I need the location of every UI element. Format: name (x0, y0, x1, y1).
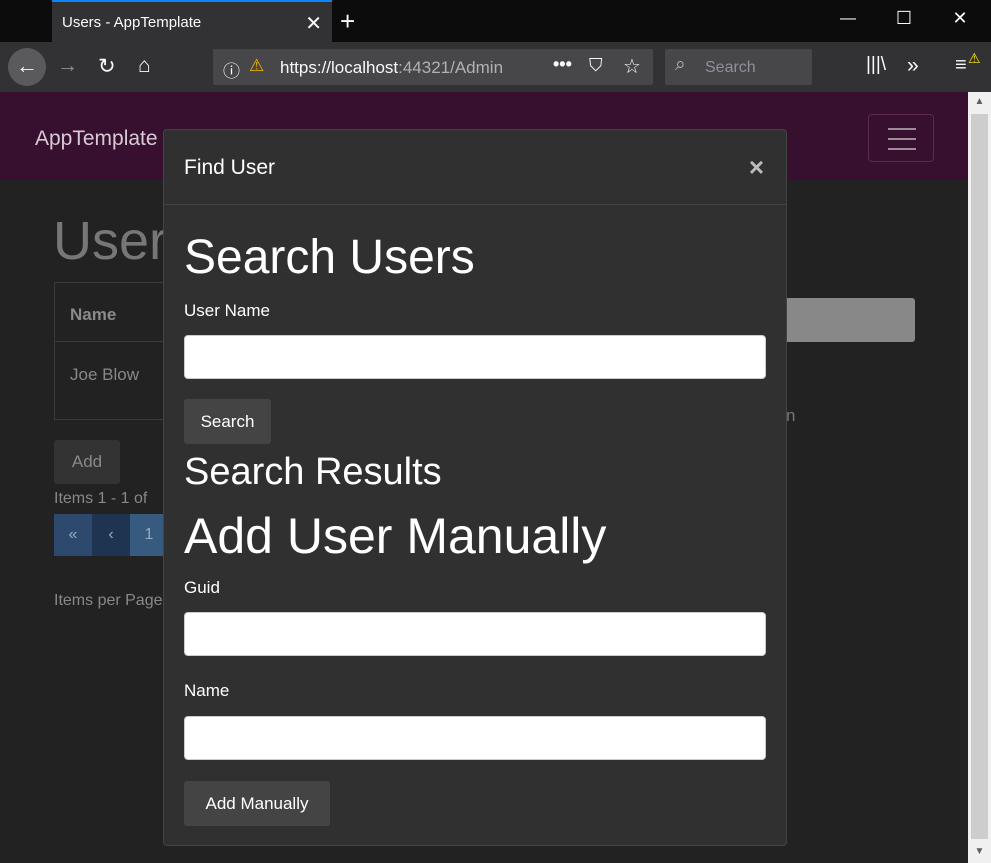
scroll-down-icon[interactable]: ▼ (968, 846, 991, 857)
navbar-toggle-button[interactable] (868, 114, 934, 162)
browser-toolbar: ← → ↻ ⌂ ⓘ ⚠ https://localhost:44321/Admi… (0, 42, 991, 92)
reload-icon[interactable]: ↻ (98, 54, 116, 79)
bookmark-star-icon[interactable]: ☆ (623, 54, 641, 79)
maximize-icon[interactable]: ☐ (894, 8, 914, 29)
name-label: Name (184, 681, 230, 700)
modal-header: Find User × (164, 130, 786, 205)
close-icon[interactable]: × (749, 152, 764, 183)
search-button[interactable]: Search (184, 399, 271, 444)
first-page-button[interactable]: « (54, 514, 92, 556)
scroll-thumb[interactable] (971, 114, 988, 839)
library-icon[interactable]: |||\ (866, 54, 886, 76)
url-bar[interactable]: ⓘ ⚠ https://localhost:44321/Admin ••• ⛉ … (213, 49, 653, 85)
name-input[interactable] (184, 716, 766, 760)
pocket-icon[interactable]: ⛉ (589, 55, 603, 76)
tab-close-icon[interactable]: ✕ (305, 11, 322, 36)
insecure-lock-icon[interactable]: ⚠ (249, 56, 264, 76)
add-manually-button[interactable]: Add Manually (184, 781, 330, 826)
url-text: https://localhost:44321/Admin (280, 58, 504, 77)
items-count-text: Items 1 - 1 of (54, 490, 148, 507)
user-name-input[interactable] (184, 335, 766, 379)
info-icon[interactable]: ⓘ (223, 57, 240, 82)
guid-input[interactable] (184, 612, 766, 656)
search-users-heading: Search Users (184, 231, 475, 284)
prev-page-button[interactable]: ‹ (92, 514, 130, 556)
new-tab-icon[interactable]: + (340, 6, 355, 37)
minimize-icon[interactable]: — (838, 10, 858, 28)
add-user-manually-heading: Add User Manually (184, 508, 607, 564)
menu-icon[interactable]: ≡ (955, 54, 967, 77)
back-icon[interactable]: ← (8, 48, 46, 86)
search-icon: ⌕ (675, 54, 686, 75)
table-row[interactable]: Joe Blow (70, 365, 139, 385)
browser-tab[interactable]: Users - AppTemplate ✕ (52, 0, 332, 42)
page-scrollbar[interactable]: ▲ ▼ (968, 92, 991, 863)
browser-titlebar: Users - AppTemplate ✕ + — ☐ ✕ (0, 0, 991, 42)
page-actions-icon[interactable]: ••• (553, 54, 572, 75)
tab-title: Users - AppTemplate (62, 14, 202, 31)
warning-badge-icon: ⚠ (968, 50, 981, 66)
search-results-heading: Search Results (184, 451, 442, 493)
user-name-label: User Name (184, 301, 270, 320)
hamburger-line (888, 148, 916, 150)
add-button[interactable]: Add (54, 440, 120, 484)
background-text-fragment: n (786, 406, 796, 425)
browser-search-box[interactable]: ⌕ Search (665, 49, 812, 85)
home-icon[interactable]: ⌂ (138, 54, 151, 78)
brand-link[interactable]: AppTemplate (35, 127, 158, 151)
forward-icon[interactable]: → (57, 54, 78, 78)
items-per-page-label: Items per Page (54, 592, 163, 609)
overflow-chevron-icon[interactable]: » (907, 54, 919, 78)
background-input[interactable] (780, 298, 915, 342)
search-placeholder: Search (705, 59, 756, 76)
guid-label: Guid (184, 578, 220, 597)
scroll-up-icon[interactable]: ▲ (968, 96, 991, 107)
modal-title: Find User (184, 156, 276, 179)
hamburger-line (888, 138, 916, 140)
hamburger-line (888, 128, 916, 130)
find-user-modal: Find User × Search Users User Name Searc… (163, 129, 787, 846)
window-close-icon[interactable]: ✕ (950, 8, 970, 29)
column-header-name: Name (70, 305, 117, 324)
